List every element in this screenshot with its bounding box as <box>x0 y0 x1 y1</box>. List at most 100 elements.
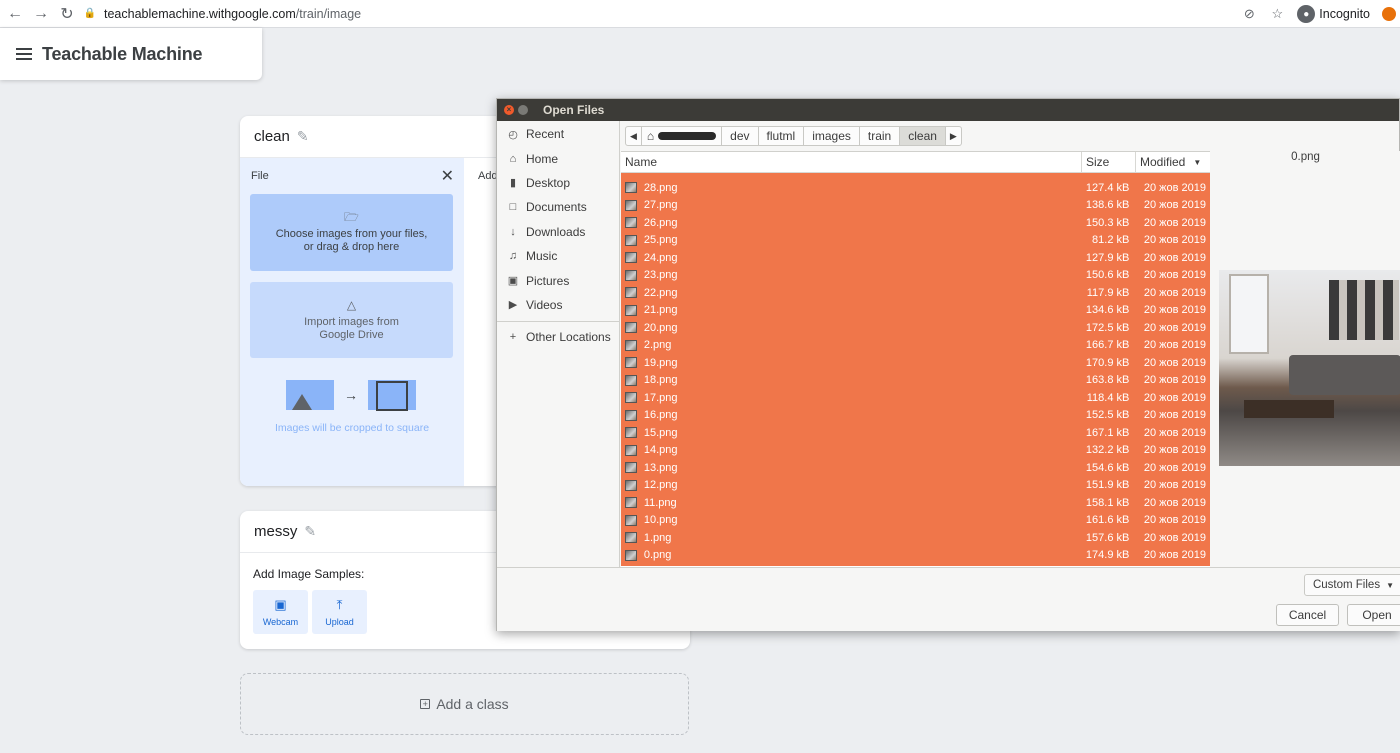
video-camera-icon: ▣ <box>274 597 287 612</box>
google-drive-import-button[interactable]: △ Import images from Google Drive <box>250 282 453 358</box>
app-header: Teachable Machine <box>0 28 262 80</box>
file-row[interactable]: 2.png 166.7 kB 20 жов 2019 <box>621 337 1210 355</box>
path-forward-arrow-icon[interactable]: ▶ <box>945 126 962 146</box>
image-thumbnail-icon <box>625 252 637 264</box>
file-row[interactable]: 11.png 158.1 kB 20 жов 2019 <box>621 494 1210 512</box>
file-row[interactable]: 23.png 150.6 kB 20 жов 2019 <box>621 267 1210 285</box>
file-size: 167.1 kB <box>1085 426 1130 439</box>
place-desktop[interactable]: ▮ Desktop <box>497 171 619 195</box>
file-row[interactable]: 22.png 117.9 kB 20 жов 2019 <box>621 284 1210 302</box>
incognito-label: Incognito <box>1319 7 1370 21</box>
add-class-button[interactable]: + Add a class <box>240 673 689 735</box>
choose-files-text-2: or drag & drop here <box>303 241 400 253</box>
place-recent[interactable]: ◴ Recent <box>497 122 619 146</box>
edit-pencil-icon[interactable]: ✎ <box>297 128 309 145</box>
file-modified: 20 жов 2019 <box>1143 269 1206 282</box>
incognito-icon: ● <box>1297 5 1316 23</box>
eye-off-icon[interactable]: ⊘ <box>1241 6 1257 22</box>
menu-icon[interactable] <box>16 48 32 60</box>
path-segment[interactable]: train <box>859 126 901 146</box>
choose-files-dropzone[interactable]: 🗁 Choose images from your files, or drag… <box>250 194 453 271</box>
file-row[interactable]: 16.png 152.5 kB 20 жов 2019 <box>621 407 1210 425</box>
file-size: 157.6 kB <box>1085 531 1130 544</box>
path-segment[interactable]: dev <box>722 126 759 146</box>
file-modified: 20 жов 2019 <box>1143 251 1206 264</box>
image-thumbnail-icon <box>625 532 637 544</box>
image-thumbnail-icon <box>625 357 637 369</box>
file-row[interactable]: 26.png 150.3 kB 20 жов 2019 <box>621 214 1210 232</box>
place-label: Pictures <box>526 273 570 288</box>
file-modified: 20 жов 2019 <box>1143 461 1206 474</box>
browser-toolbar: ← → ↻ 🔒 teachablemachine.withgoogle.com /… <box>0 0 1400 28</box>
file-row[interactable]: 12.png 151.9 kB 20 жов 2019 <box>621 477 1210 495</box>
upload-button[interactable]: ⤒ Upload <box>312 590 367 634</box>
file-row[interactable]: 15.png 167.1 kB 20 жов 2019 <box>621 424 1210 442</box>
path-back-arrow-icon[interactable]: ◀ <box>625 126 642 146</box>
file-row[interactable]: 1.png 157.6 kB 20 жов 2019 <box>621 529 1210 547</box>
forward-arrow-icon[interactable]: → <box>28 1 54 27</box>
star-icon[interactable]: ☆ <box>1269 6 1285 22</box>
plus-icon: + <box>509 331 517 344</box>
edit-pencil-icon[interactable]: ✎ <box>304 523 316 540</box>
close-icon[interactable]: ✕ <box>441 166 454 186</box>
minimize-window-icon[interactable] <box>518 105 528 115</box>
image-thumbnail-icon <box>625 322 637 334</box>
file-row[interactable]: 24.png 127.9 kB 20 жов 2019 <box>621 249 1210 267</box>
place-label: Music <box>526 249 558 264</box>
path-segment[interactable]: flutml <box>758 126 805 146</box>
file-row[interactable]: 13.png 154.6 kB 20 жов 2019 <box>621 459 1210 477</box>
place-documents[interactable]: □ Documents <box>497 195 619 219</box>
add-samples-label-partial: Add <box>478 170 498 182</box>
class-name[interactable]: clean <box>254 128 290 145</box>
file-size: 152.5 kB <box>1085 409 1130 422</box>
dialog-titlebar: × Open Files <box>497 99 1399 121</box>
file-row[interactable]: 18.png 163.8 kB 20 жов 2019 <box>621 372 1210 390</box>
extension-icon[interactable] <box>1382 7 1396 21</box>
place-label: Desktop <box>526 175 571 190</box>
path-home-button[interactable]: ⌂ <box>641 126 723 146</box>
cancel-button[interactable]: Cancel <box>1276 604 1339 626</box>
incognito-indicator[interactable]: ● Incognito <box>1297 5 1370 23</box>
file-panel-label: File <box>251 170 269 182</box>
file-row[interactable]: 10.png 161.6 kB 20 жов 2019 <box>621 512 1210 530</box>
column-size[interactable]: Size <box>1082 152 1136 172</box>
webcam-button[interactable]: ▣ Webcam <box>253 590 308 634</box>
column-modified[interactable]: Modified ▼ <box>1136 152 1210 172</box>
file-name: 26.png <box>643 216 678 229</box>
path-segment-current[interactable]: clean <box>900 126 946 146</box>
file-size: 154.6 kB <box>1085 461 1130 474</box>
place-downloads[interactable]: ↓ Downloads <box>497 220 619 244</box>
place-music[interactable]: ♫ Music <box>497 244 619 268</box>
back-arrow-icon[interactable]: ← <box>2 1 28 27</box>
file-row[interactable]: 27.png 138.6 kB 20 жов 2019 <box>621 197 1210 215</box>
reload-icon[interactable]: ↻ <box>54 1 80 27</box>
place-other-locations[interactable]: + Other Locations <box>497 325 619 349</box>
file-name: 20.png <box>643 321 678 334</box>
upload-label: Upload <box>325 617 354 627</box>
class-name[interactable]: messy <box>254 523 297 540</box>
file-row[interactable]: 14.png 132.2 kB 20 жов 2019 <box>621 442 1210 460</box>
file-row[interactable]: 19.png 170.9 kB 20 жов 2019 <box>621 354 1210 372</box>
path-segment[interactable]: images <box>804 126 860 146</box>
column-name[interactable]: Name <box>621 152 1082 172</box>
file-filter-select[interactable]: Custom Files ▼ <box>1303 574 1400 596</box>
file-row[interactable]: 17.png 118.4 kB 20 жов 2019 <box>621 389 1210 407</box>
file-name: 22.png <box>643 286 678 299</box>
image-thumbnail-icon <box>625 199 637 211</box>
address-bar[interactable]: 🔒 teachablemachine.withgoogle.com/train/… <box>84 7 361 21</box>
place-videos[interactable]: ▶ Videos <box>497 293 619 317</box>
place-pictures[interactable]: ▣ Pictures <box>497 268 619 292</box>
image-thumbnail-icon <box>625 339 637 351</box>
file-row[interactable]: 0.png 174.9 kB 20 жов 2019 <box>621 547 1210 565</box>
file-row[interactable]: 28.png 127.4 kB 20 жов 2019 <box>621 179 1210 197</box>
crop-illustration: → <box>286 380 416 411</box>
close-window-icon[interactable]: × <box>504 105 514 115</box>
file-row[interactable]: 21.png 134.6 kB 20 жов 2019 <box>621 302 1210 320</box>
file-row[interactable]: 25.png 81.2 kB 20 жов 2019 <box>621 232 1210 250</box>
file-row[interactable]: 20.png 172.5 kB 20 жов 2019 <box>621 319 1210 337</box>
image-thumbnail-icon <box>625 182 637 194</box>
open-button[interactable]: Open <box>1347 604 1400 626</box>
places-sidebar: ◴ Recent ⌂ Home ▮ Desktop □ Documents ↓ Downl… <box>497 121 620 567</box>
place-home[interactable]: ⌂ Home <box>497 146 619 170</box>
file-name: 16.png <box>643 409 678 422</box>
